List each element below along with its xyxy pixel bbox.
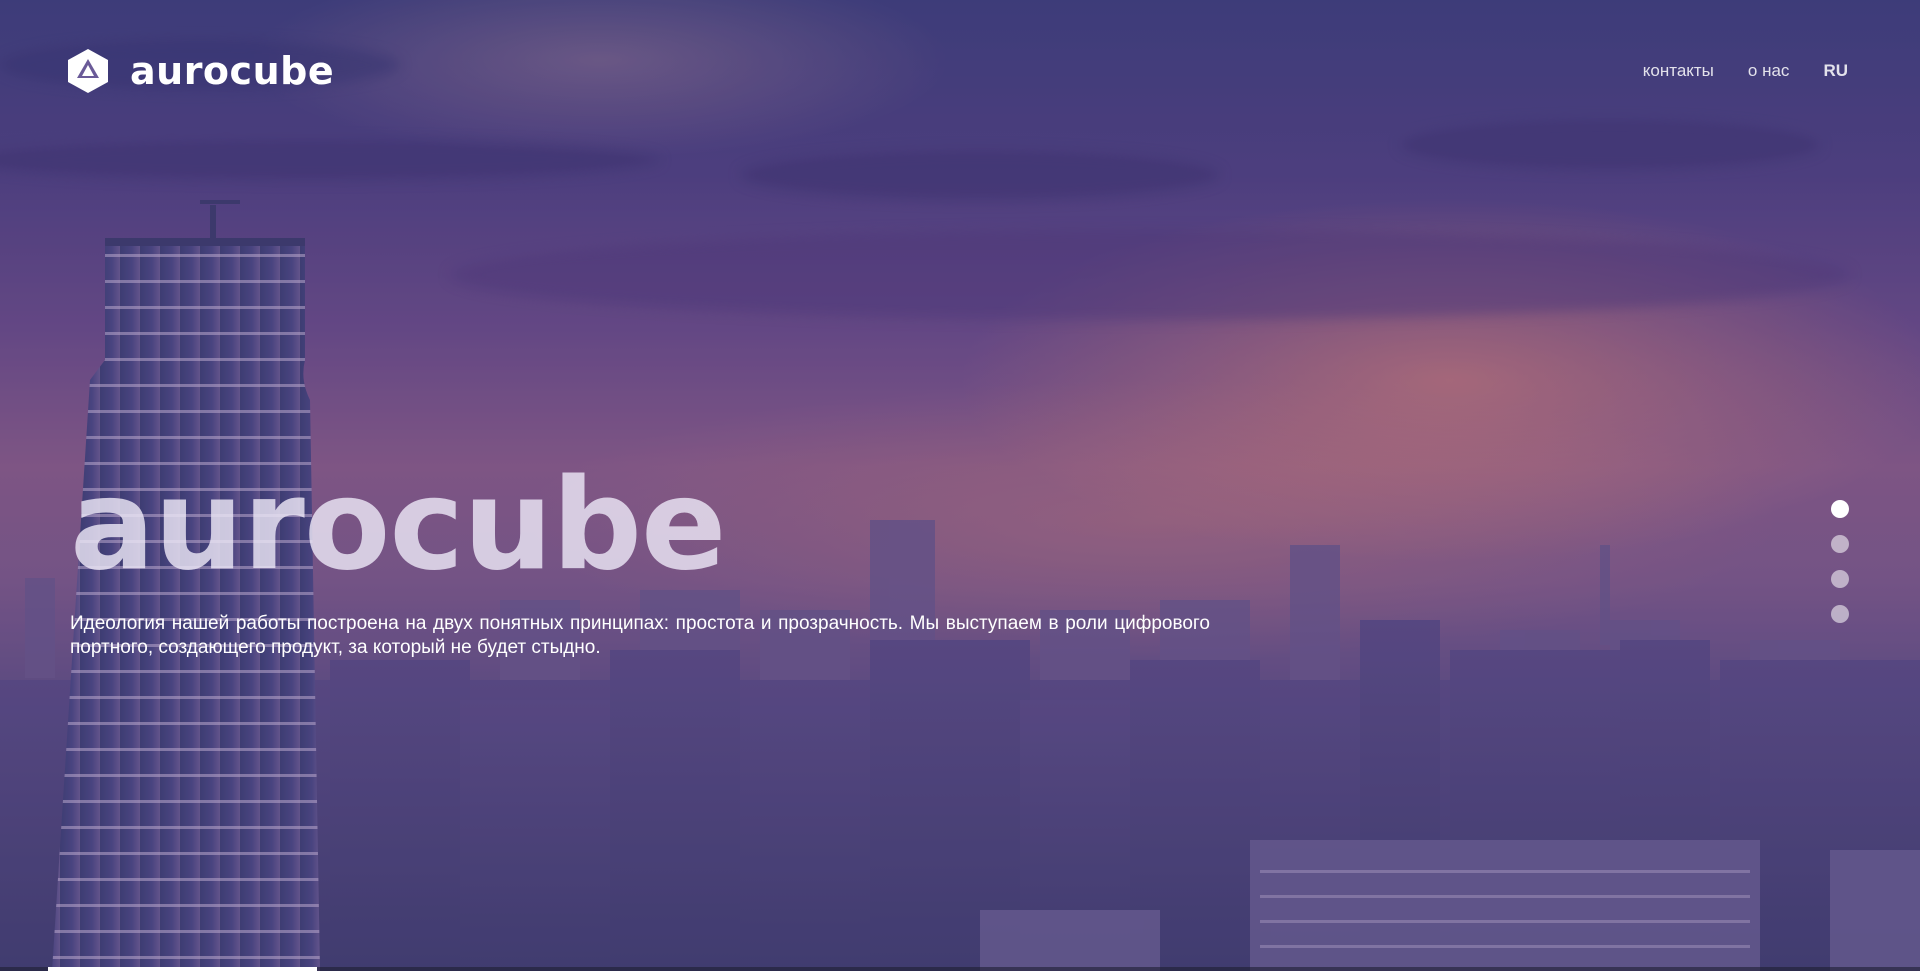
logo-link[interactable]: aurocube bbox=[68, 49, 334, 93]
hero-description: Идеология нашей работы построена на двух… bbox=[70, 613, 1210, 658]
cube-triangle-logo-icon bbox=[68, 49, 108, 93]
slider-dot-3[interactable] bbox=[1831, 570, 1849, 588]
nav-link-contacts[interactable]: контакты bbox=[1643, 60, 1714, 82]
main-nav: контакты о нас RU bbox=[1609, 60, 1848, 82]
language-switcher[interactable]: RU bbox=[1823, 60, 1848, 82]
slide-progress-fill bbox=[48, 967, 317, 971]
slider-dot-2[interactable] bbox=[1831, 535, 1849, 553]
slider-dot-1[interactable] bbox=[1831, 500, 1849, 518]
slide-progress-bar bbox=[0, 967, 1920, 971]
slider-pagination bbox=[1831, 500, 1851, 640]
logo-text: aurocube bbox=[130, 49, 335, 93]
hero-title: aurocube bbox=[70, 451, 726, 598]
slider-dot-4[interactable] bbox=[1831, 605, 1849, 623]
site-header: aurocube контакты о нас RU bbox=[0, 0, 1920, 150]
hero-section: aurocube контакты о нас RU aurocube Идео… bbox=[0, 0, 1920, 971]
nav-link-about[interactable]: о нас bbox=[1748, 60, 1790, 82]
